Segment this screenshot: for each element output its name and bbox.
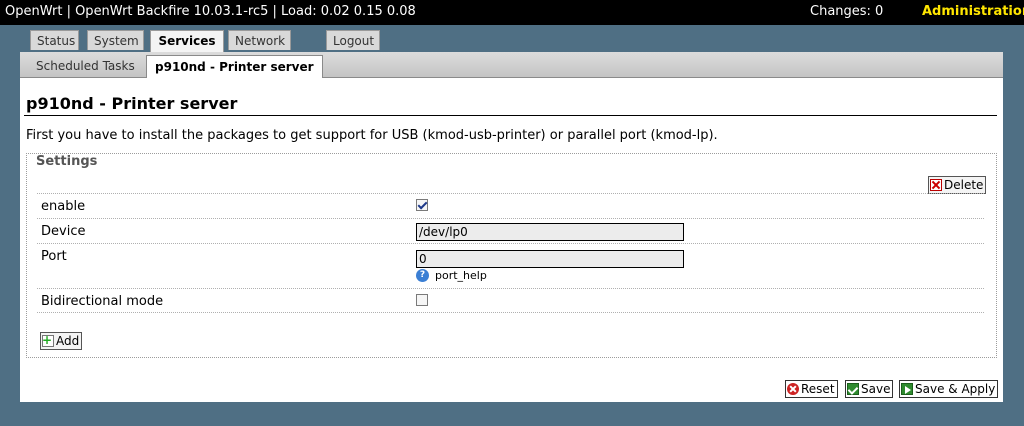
changes-counter[interactable]: Changes: 0 — [810, 4, 883, 19]
add-label: Add — [56, 334, 80, 348]
tab-services[interactable]: Services — [150, 30, 224, 52]
row-device: Device /dev/lp0 — [37, 218, 984, 243]
settings-legend: Settings — [34, 154, 100, 169]
reset-icon — [787, 383, 799, 395]
sub-tabs: Scheduled Tasks p910nd - Printer server — [20, 52, 1003, 78]
tab-status[interactable]: Status — [30, 30, 79, 50]
add-icon — [42, 332, 54, 348]
device-input[interactable]: /dev/lp0 — [416, 223, 684, 241]
add-button[interactable]: Add — [40, 332, 83, 350]
subtab-printer-server[interactable]: p910nd - Printer server — [146, 55, 323, 78]
bidirectional-label: Bidirectional mode — [41, 294, 164, 309]
device-label: Device — [41, 224, 86, 239]
reset-button[interactable]: Reset — [785, 380, 838, 398]
bidirectional-checkbox[interactable] — [416, 294, 428, 306]
save-apply-label: Save & Apply — [915, 382, 996, 396]
intro-text: First you have to install the packages t… — [26, 128, 718, 143]
row-enable: enable — [37, 193, 984, 218]
save-apply-button[interactable]: Save & Apply — [899, 380, 999, 398]
help-icon[interactable]: ? — [416, 269, 429, 282]
row-port: Port 0 ? port_help — [37, 243, 984, 288]
top-header: OpenWrt | OpenWrt Backfire 10.03.1-rc5 |… — [0, 0, 1024, 25]
save-button[interactable]: Save — [845, 380, 894, 398]
administration-link[interactable]: Administration — [922, 4, 1024, 19]
page-title: p910nd - Printer server — [26, 94, 238, 113]
save-label: Save — [861, 382, 891, 396]
title-divider — [24, 115, 997, 116]
port-help-text: port_help — [435, 269, 487, 282]
system-title: OpenWrt | OpenWrt Backfire 10.03.1-rc5 |… — [5, 4, 416, 19]
port-label: Port — [41, 249, 67, 264]
tab-network[interactable]: Network — [228, 30, 291, 50]
row-bidirectional: Bidirectional mode — [37, 288, 984, 313]
tab-logout[interactable]: Logout — [326, 30, 380, 50]
delete-icon — [930, 179, 942, 191]
apply-icon — [901, 383, 913, 395]
delete-button[interactable]: Delete — [928, 176, 987, 194]
delete-label: Delete — [944, 178, 984, 192]
enable-label: enable — [41, 199, 86, 214]
reset-label: Reset — [801, 382, 835, 396]
subtab-scheduled-tasks[interactable]: Scheduled Tasks — [28, 55, 143, 78]
tab-system[interactable]: System — [87, 30, 144, 50]
enable-checkbox[interactable] — [416, 199, 428, 211]
port-input[interactable]: 0 — [416, 250, 684, 268]
save-icon — [847, 383, 859, 395]
port-help: ? port_help — [416, 269, 487, 282]
content-panel: p910nd - Printer server First you have t… — [20, 78, 1003, 402]
